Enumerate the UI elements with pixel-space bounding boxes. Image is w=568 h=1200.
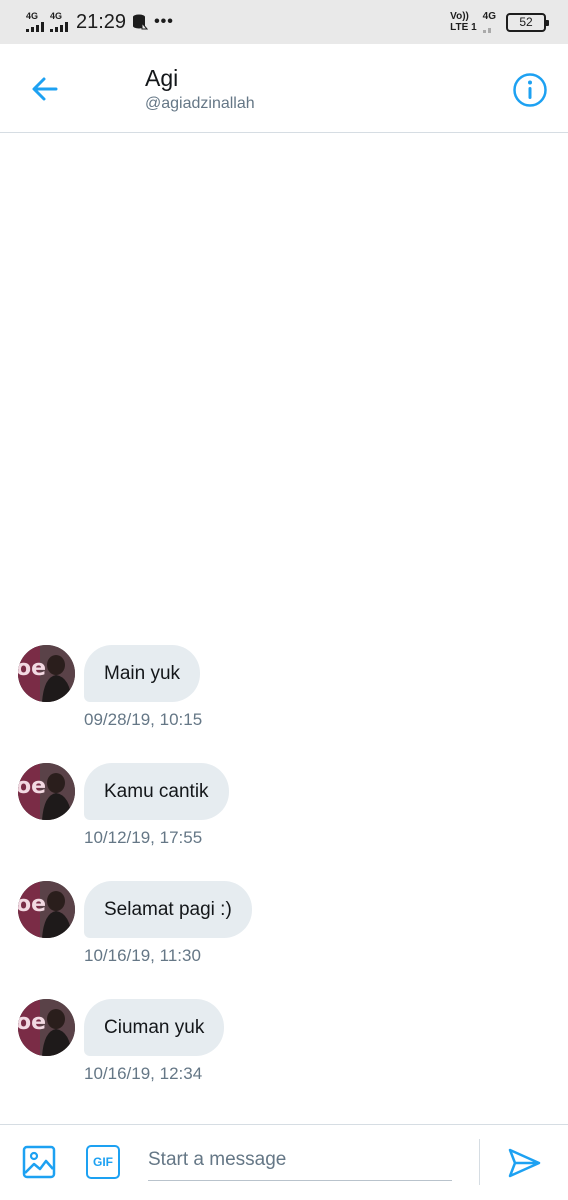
message-composer: GIF bbox=[0, 1124, 568, 1200]
avatar[interactable]: oe bbox=[18, 999, 75, 1056]
message-timestamp: 10/12/19, 17:55 bbox=[84, 828, 203, 847]
message-item[interactable]: oe Kamu cantik 10/12/19, 17:55 bbox=[0, 763, 568, 881]
message-timestamp: 10/16/19, 11:30 bbox=[84, 946, 201, 965]
arrow-left-icon[interactable] bbox=[28, 72, 62, 106]
send-icon[interactable] bbox=[506, 1145, 542, 1181]
signal-bars-icon bbox=[482, 23, 491, 33]
data-network-label: 4G bbox=[482, 10, 496, 22]
storage-notification-icon bbox=[133, 14, 149, 30]
conversation-header: Agi @agiadzinallah bbox=[0, 44, 568, 133]
svg-text:oe: oe bbox=[18, 1010, 46, 1035]
clock: 21:29 bbox=[76, 10, 127, 33]
message-list: oe Main yuk 09/28/19, 10:15 oe Kamu cant… bbox=[0, 645, 568, 1117]
gif-button[interactable]: GIF bbox=[86, 1145, 120, 1179]
message-timestamp: 10/16/19, 12:34 bbox=[84, 1064, 203, 1083]
conversation-title[interactable]: Agi @agiadzinallah bbox=[145, 65, 255, 113]
message-bubble[interactable]: Kamu cantik bbox=[84, 763, 229, 820]
sim2-network-label: 4G bbox=[50, 11, 63, 21]
signal-bars-icon bbox=[50, 22, 68, 32]
status-bar-right: Vo)) LTE 1 4G 52 bbox=[450, 10, 549, 33]
volte-indicator: Vo)) LTE 1 bbox=[450, 11, 476, 33]
svg-text:oe: oe bbox=[18, 656, 46, 681]
avatar[interactable]: oe bbox=[18, 881, 75, 938]
sim1-signal: 4G bbox=[26, 12, 44, 32]
battery-icon: 52 bbox=[506, 12, 549, 32]
message-bubble[interactable]: Selamat pagi :) bbox=[84, 881, 252, 938]
data-signal: 4G bbox=[482, 10, 496, 33]
svg-text:oe: oe bbox=[18, 774, 46, 799]
sim2-signal: 4G bbox=[50, 12, 68, 32]
svg-text:oe: oe bbox=[18, 892, 46, 917]
volte-top-label: Vo)) bbox=[450, 11, 469, 22]
message-item[interactable]: oe Ciuman yuk 10/16/19, 12:34 bbox=[0, 999, 568, 1117]
message-bubble[interactable]: Ciuman yuk bbox=[84, 999, 225, 1056]
dm-conversation-screen: 4G 4G 21:29 ••• Vo)) LTE 1 4G 52 Agi @ag… bbox=[0, 0, 568, 1200]
sim1-network-label: 4G bbox=[26, 11, 39, 21]
battery-level: 52 bbox=[519, 15, 533, 29]
message-item[interactable]: oe Main yuk 09/28/19, 10:15 bbox=[0, 645, 568, 763]
composer-divider bbox=[479, 1139, 480, 1185]
message-timestamp: 09/28/19, 10:15 bbox=[84, 710, 203, 729]
volte-bottom-label: LTE 1 bbox=[450, 22, 477, 33]
info-circle-icon[interactable] bbox=[512, 72, 548, 108]
message-input[interactable] bbox=[148, 1139, 452, 1181]
avatar[interactable]: oe bbox=[18, 763, 75, 820]
signal-bars-icon bbox=[26, 22, 44, 32]
contact-handle: @agiadzinallah bbox=[145, 95, 255, 113]
status-bar: 4G 4G 21:29 ••• Vo)) LTE 1 4G 52 bbox=[0, 0, 568, 44]
avatar[interactable]: oe bbox=[18, 645, 75, 702]
gif-label: GIF bbox=[93, 1155, 113, 1169]
contact-name: Agi bbox=[145, 65, 179, 91]
more-notifications-icon: ••• bbox=[154, 13, 174, 30]
status-bar-left: 4G 4G 21:29 ••• bbox=[26, 11, 174, 34]
image-icon[interactable] bbox=[22, 1145, 56, 1179]
message-bubble[interactable]: Main yuk bbox=[84, 645, 201, 702]
message-item[interactable]: oe Selamat pagi :) 10/16/19, 11:30 bbox=[0, 881, 568, 999]
